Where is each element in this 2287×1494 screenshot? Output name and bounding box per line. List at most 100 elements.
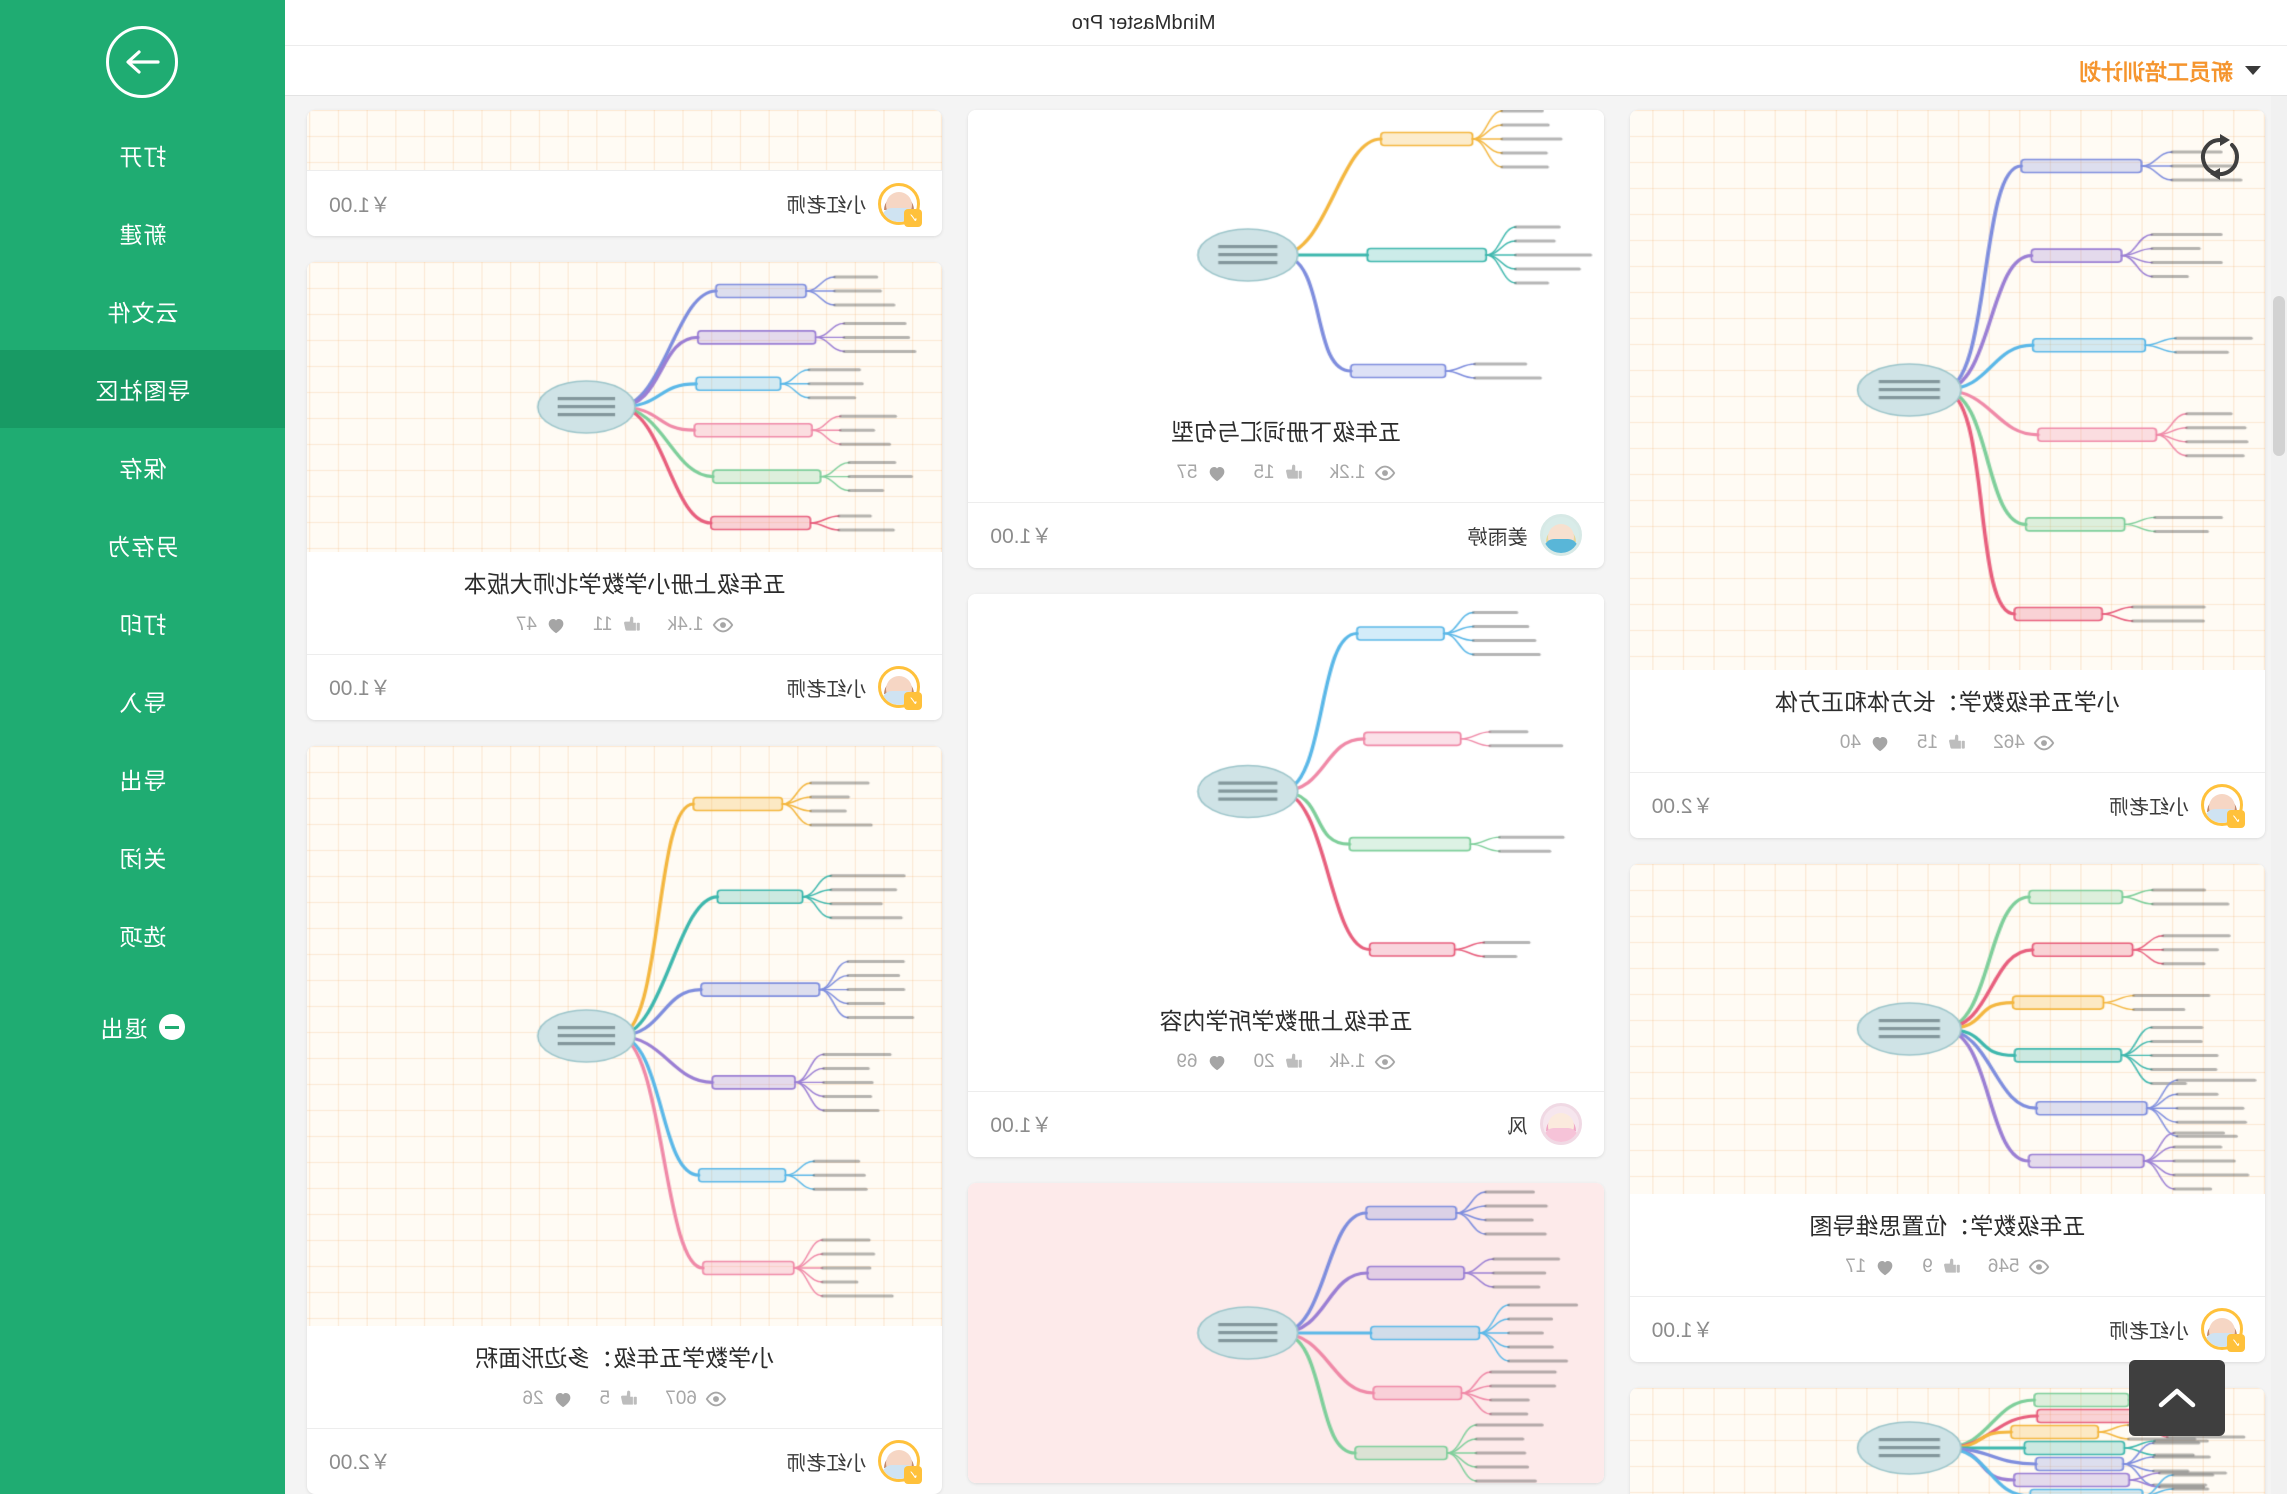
template-author[interactable]: 姜雨婷: [1467, 514, 1582, 557]
views-stat: 1.2k: [1330, 462, 1396, 484]
author-name: 姜雨婷: [1467, 526, 1528, 549]
avatar: ✓: [878, 666, 923, 711]
likes-stat: 5: [600, 1388, 640, 1410]
mindmap-community-gallery[interactable]: 小学五年级数学：长方体和正方体 462 15 40 ✓ 小红老师 ￥2.00 五年级数学…: [285, 96, 2287, 1494]
chevron-down-icon[interactable]: [2245, 66, 2261, 75]
favorites-count: 17: [1845, 1255, 1867, 1277]
favorites-stat: 47: [516, 614, 567, 636]
likes-stat: 11: [593, 614, 642, 636]
heart-icon: [1872, 736, 1888, 752]
template-thumbnail[interactable]: [307, 110, 943, 170]
template-footer: ✓ 小红老师 ￥1.00: [307, 170, 943, 236]
template-author[interactable]: ✓ 小红老师: [786, 666, 923, 711]
views-stat: 1.4k: [668, 614, 734, 636]
template-card[interactable]: ✓ 小红老师 ￥1.00: [307, 110, 943, 236]
sidebar-item-5[interactable]: 另存为: [0, 506, 285, 584]
template-stats: 1.4k 11 47: [307, 600, 942, 654]
sidebar-item-10[interactable]: 选项: [0, 896, 285, 974]
template-author[interactable]: ✓ 小红老师: [786, 1440, 923, 1485]
template-footer: ✓ 小红老师 ￥1.00: [307, 653, 943, 720]
sidebar-item-0[interactable]: 打开: [0, 116, 285, 194]
app-title: MindMaster Pro: [1071, 11, 1216, 34]
template-price: ￥1.00: [329, 677, 391, 701]
file-menu-sidebar: 打开 新建 云文件 导图社区 保存 另存为 打印 导入 导出 关闭 选项退出: [0, 0, 285, 1494]
verified-badge: ✓: [904, 692, 923, 711]
template-card[interactable]: 五年级数学：位置思维导图 546 9 17 ✓ 小红老师 ￥1.00: [1629, 863, 2265, 1362]
template-card[interactable]: [968, 1182, 1604, 1483]
sidebar-item-1[interactable]: 新建: [0, 194, 285, 272]
template-price: ￥1.00: [990, 1114, 1053, 1138]
sidebar-item-2[interactable]: 云文件: [0, 272, 285, 350]
template-card[interactable]: 小学数学五年级：多边形面积 607 5 26 ✓ 小红老师 ￥2.00: [307, 745, 943, 1494]
views-stat: 546: [1988, 1256, 2050, 1278]
template-thumbnail[interactable]: [968, 593, 1604, 989]
views-stat: 607: [665, 1388, 727, 1410]
sidebar-item-7[interactable]: 导入: [0, 662, 285, 740]
likes-stat: 9: [1922, 1256, 1962, 1278]
likes-count: 5: [599, 1387, 611, 1409]
sidebar-item-exit-label: 退出: [99, 1016, 148, 1042]
sidebar-item-8[interactable]: 导出: [0, 740, 285, 818]
template-title: 小学数学五年级：多边形面积: [475, 1344, 775, 1371]
document-tab-label: 新员工培训计划: [2078, 59, 2233, 85]
sidebar-item-4[interactable]: 保存: [0, 428, 285, 506]
author-name: 小红老师: [786, 1452, 867, 1475]
template-price: ￥1.00: [1651, 1319, 1714, 1343]
template-card[interactable]: 小学五年级数学：长方体和正方体 462 15 40 ✓ 小红老师 ￥2.00: [1629, 110, 2265, 838]
favorites-stat: 40: [1840, 732, 1891, 754]
avatar: ✓: [878, 1440, 923, 1485]
likes-count: 15: [1253, 461, 1275, 483]
likes-count: 15: [1916, 731, 1939, 753]
template-stats: 462 15 40: [1630, 718, 2265, 772]
author-name: 小红老师: [786, 195, 867, 217]
gallery-column: ✓ 小红老师 ￥1.00 五年级上册小学数学北师大版本 1.4k 11 47 ✓ 小红老…: [307, 96, 943, 1494]
template-author[interactable]: ✓ 小红老师: [786, 182, 923, 227]
heart-icon: [1877, 1260, 1893, 1276]
thumbs-up-icon: [623, 617, 640, 632]
template-stats: 1.2k 15 57: [968, 448, 1603, 502]
title-bar: MindMaster Pro ✕: [0, 0, 2287, 46]
template-price: ￥1.00: [990, 525, 1053, 549]
template-card[interactable]: 五年级上册数学所学内容 1.4k 20 69 风 ￥1.00: [968, 593, 1604, 1157]
template-thumbnail[interactable]: [1629, 110, 2265, 670]
template-title: 五年级上册数学所学内容: [1159, 1007, 1413, 1034]
template-price: ￥2.00: [329, 1451, 391, 1475]
eye-icon: [1374, 1054, 1395, 1070]
verified-badge: ✓: [2227, 810, 2245, 829]
views-count: 1.2k: [1329, 461, 1366, 483]
template-card[interactable]: 五年级下册词汇与句型 1.2k 15 57 姜雨婷 ￥1.00: [968, 110, 1604, 568]
likes-stat: 15: [1917, 732, 1967, 754]
chevron-up-icon: [2158, 1388, 2196, 1408]
template-thumbnail[interactable]: [1629, 863, 2265, 1194]
verified-badge: ✓: [904, 1466, 923, 1485]
sidebar-item-3[interactable]: 导图社区: [0, 350, 285, 428]
template-price: ￥2.00: [1651, 795, 1714, 819]
document-tab[interactable]: 新员工培训计划: [2057, 46, 2287, 96]
avatar: ✓: [2201, 784, 2245, 829]
sidebar-item-exit[interactable]: 退出: [0, 988, 285, 1066]
favorites-stat: 26: [522, 1388, 573, 1410]
eye-icon: [705, 1391, 727, 1407]
template-thumbnail[interactable]: [307, 745, 943, 1326]
avatar: ✓: [878, 182, 923, 227]
template-author[interactable]: ✓ 小红老师: [2109, 784, 2245, 829]
sidebar-item-9[interactable]: 关闭: [0, 818, 285, 896]
template-thumbnail[interactable]: [968, 110, 1604, 400]
template-card[interactable]: 五年级上册小学数学北师大版本 1.4k 11 47 ✓ 小红老师 ￥1.00: [307, 262, 943, 720]
back-to-top-button[interactable]: [2129, 1360, 2225, 1436]
refresh-icon[interactable]: [2193, 130, 2247, 184]
template-thumbnail[interactable]: [307, 262, 943, 552]
sidebar-item-6[interactable]: 打印: [0, 584, 285, 662]
back-arrow-icon[interactable]: [106, 26, 179, 98]
template-title: 五年级上册小学数学北师大版本: [463, 571, 786, 597]
eye-icon: [2033, 735, 2055, 751]
template-author[interactable]: ✓ 小红老师: [2109, 1308, 2245, 1353]
template-thumbnail[interactable]: [968, 1182, 1604, 1483]
favorites-count: 47: [515, 613, 537, 635]
author-name: 小红老师: [2109, 1320, 2189, 1343]
favorites-count: 26: [522, 1387, 544, 1409]
vertical-scrollbar[interactable]: [2271, 96, 2287, 1494]
scrollbar-thumb[interactable]: [2273, 296, 2285, 456]
template-author[interactable]: 风: [1508, 1103, 1582, 1146]
eye-icon: [712, 617, 733, 633]
